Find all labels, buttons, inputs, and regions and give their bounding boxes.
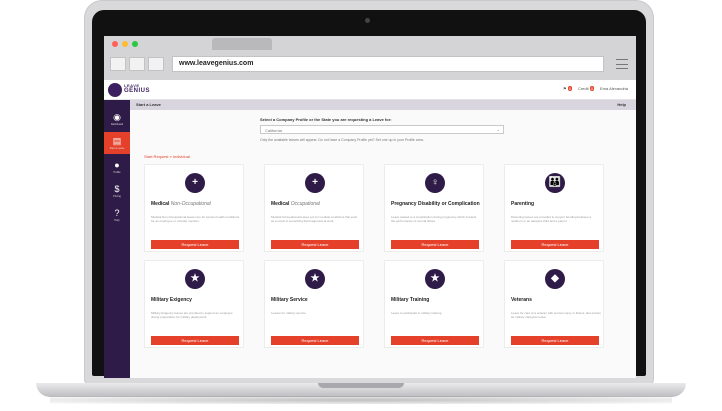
sidebar-item-start-leave[interactable]: ▤ Start a Leave xyxy=(104,132,130,154)
leave-card-military-exigency: ★ Military Exigency Military Exigency le… xyxy=(144,260,244,348)
card-description: Medical Non-Occupational leaves are for … xyxy=(151,215,240,223)
leave-card-pregnancy: ♀ Pregnancy Disability or Complication L… xyxy=(384,164,484,252)
card-title: Military Service xyxy=(271,297,308,303)
laptop-frame: www.leavegenius.com LEAVE GENIUS ⚑ 0 Cre… xyxy=(0,0,722,411)
reload-button[interactable] xyxy=(148,57,164,71)
camera-icon xyxy=(365,18,370,23)
card-description: Parenting leaves are provided to support… xyxy=(511,215,592,223)
chevron-down-icon: ⌄ xyxy=(496,127,500,132)
browser-tab[interactable] xyxy=(212,38,272,50)
parenting-icon: 👪 xyxy=(545,173,565,193)
credit-button[interactable]: Credit 0 xyxy=(578,86,594,91)
sidebar-item-label: Start a Leave xyxy=(109,147,125,150)
page-titlebar: Start a Leave Help xyxy=(130,100,636,110)
user-menu[interactable]: Ema Alexandria xyxy=(600,86,628,91)
card-title: Pregnancy Disability or Complication xyxy=(391,201,480,207)
sidebar-item-label: Dashboard xyxy=(110,123,124,126)
sidebar-item-dashboard[interactable]: ◉ Dashboard xyxy=(104,108,130,130)
laptop-notch xyxy=(318,383,404,388)
document-icon: ▤ xyxy=(112,136,122,146)
request-leave-button[interactable]: Request Leave xyxy=(511,336,599,345)
credit-badge: 0 xyxy=(589,86,594,91)
request-leave-button[interactable]: Request Leave xyxy=(151,336,239,345)
request-leave-button[interactable]: Request Leave xyxy=(151,240,239,249)
help-menu[interactable]: Help xyxy=(617,102,626,107)
request-leave-button[interactable]: Request Leave xyxy=(511,240,599,249)
close-window-button[interactable] xyxy=(112,41,118,47)
sidebar-item-label: Profile xyxy=(113,171,121,174)
company-select-label: Select a Company Profile or the State yo… xyxy=(260,117,392,122)
sidebar: ◉ Dashboard ▤ Start a Leave ● Profile $ … xyxy=(104,100,130,378)
request-leave-button[interactable]: Request Leave xyxy=(271,336,359,345)
card-description: Leave related to a complication during p… xyxy=(391,215,477,223)
card-description: Leaves for military service. xyxy=(271,311,307,315)
military-star-icon: ★ xyxy=(185,269,205,289)
card-description: Leave to participate in military trainin… xyxy=(391,311,443,315)
card-title: Medical Occupational xyxy=(271,201,320,207)
main-content: Select a Company Profile or the State yo… xyxy=(130,110,636,378)
url-bar[interactable]: www.leavegenius.com xyxy=(172,56,604,72)
laptop-shadow xyxy=(50,396,672,404)
sidebar-item-label: Pricing xyxy=(113,195,121,198)
notifications-button[interactable]: ⚑ 0 xyxy=(563,86,572,91)
card-title: Military Training xyxy=(391,297,430,303)
screen: www.leavegenius.com LEAVE GENIUS ⚑ 0 Cre… xyxy=(104,36,636,378)
logo-icon xyxy=(108,83,122,97)
dollar-icon: $ xyxy=(114,184,120,194)
help-icon: ? xyxy=(114,208,120,218)
logo-line2: GENIUS xyxy=(124,88,151,94)
dashboard-icon: ◉ xyxy=(113,112,121,122)
minimize-window-button[interactable] xyxy=(122,41,128,47)
sidebar-item-profile[interactable]: ● Profile xyxy=(104,156,130,178)
request-leave-button[interactable]: Request Leave xyxy=(391,336,479,345)
sidebar-item-pricing[interactable]: $ Pricing xyxy=(104,180,130,202)
leave-card-medical-non-occupational: + Medical Non-Occupational Medical Non-O… xyxy=(144,164,244,252)
notification-badge: 0 xyxy=(567,86,572,91)
card-title: Medical Non-Occupational xyxy=(151,201,211,207)
back-button[interactable] xyxy=(110,57,126,71)
leave-card-military-training: ★ Military Training Leave to participate… xyxy=(384,260,484,348)
company-select[interactable]: California ⌄ xyxy=(260,125,504,134)
window-controls xyxy=(112,41,138,47)
medical-plus-icon: + xyxy=(185,173,205,193)
request-leave-button[interactable]: Request Leave xyxy=(391,240,479,249)
card-title: Military Exigency xyxy=(151,297,192,303)
leave-card-parenting: 👪 Parenting Parenting leaves are provide… xyxy=(504,164,604,252)
pregnancy-icon: ♀ xyxy=(425,173,445,193)
logo[interactable]: LEAVE GENIUS xyxy=(124,83,150,95)
credit-label: Credit xyxy=(577,86,589,91)
card-title: Veterans xyxy=(511,297,532,303)
card-title: Parenting xyxy=(511,201,535,207)
company-select-help: Only the available leaves will appear. D… xyxy=(260,138,424,142)
breadcrumb[interactable]: Start Request » Individual xyxy=(144,154,190,159)
card-description: Medical Occupational leaves are for medi… xyxy=(271,215,358,223)
veteran-icon: ◆ xyxy=(545,269,565,289)
forward-button[interactable] xyxy=(129,57,145,71)
browser-chrome: www.leavegenius.com xyxy=(104,36,636,80)
menu-icon[interactable] xyxy=(616,59,628,69)
card-description: Leave for care of a veteran with serious… xyxy=(511,311,601,319)
military-star-icon: ★ xyxy=(425,269,445,289)
leave-card-medical-occupational: + Medical Occupational Medical Occupatio… xyxy=(264,164,364,252)
maximize-window-button[interactable] xyxy=(132,41,138,47)
card-description: Military Exigency leaves are provided to… xyxy=(151,311,233,319)
page-title: Start a Leave xyxy=(136,102,161,107)
app-header: LEAVE GENIUS ⚑ 0 Credit 0 Ema Alexandria xyxy=(104,80,636,100)
company-select-value: California xyxy=(265,128,282,133)
military-star-icon: ★ xyxy=(305,269,325,289)
person-icon: ● xyxy=(114,160,120,170)
leave-card-veterans: ◆ Veterans Leave for care of a veteran w… xyxy=(504,260,604,348)
sidebar-item-label: Help xyxy=(114,219,120,222)
medical-plus-icon: + xyxy=(305,173,325,193)
sidebar-item-help[interactable]: ? Help xyxy=(104,204,130,226)
leave-card-military-service: ★ Military Service Leaves for military s… xyxy=(264,260,364,348)
header-actions: ⚑ 0 Credit 0 Ema Alexandria xyxy=(563,86,628,91)
request-leave-button[interactable]: Request Leave xyxy=(271,240,359,249)
